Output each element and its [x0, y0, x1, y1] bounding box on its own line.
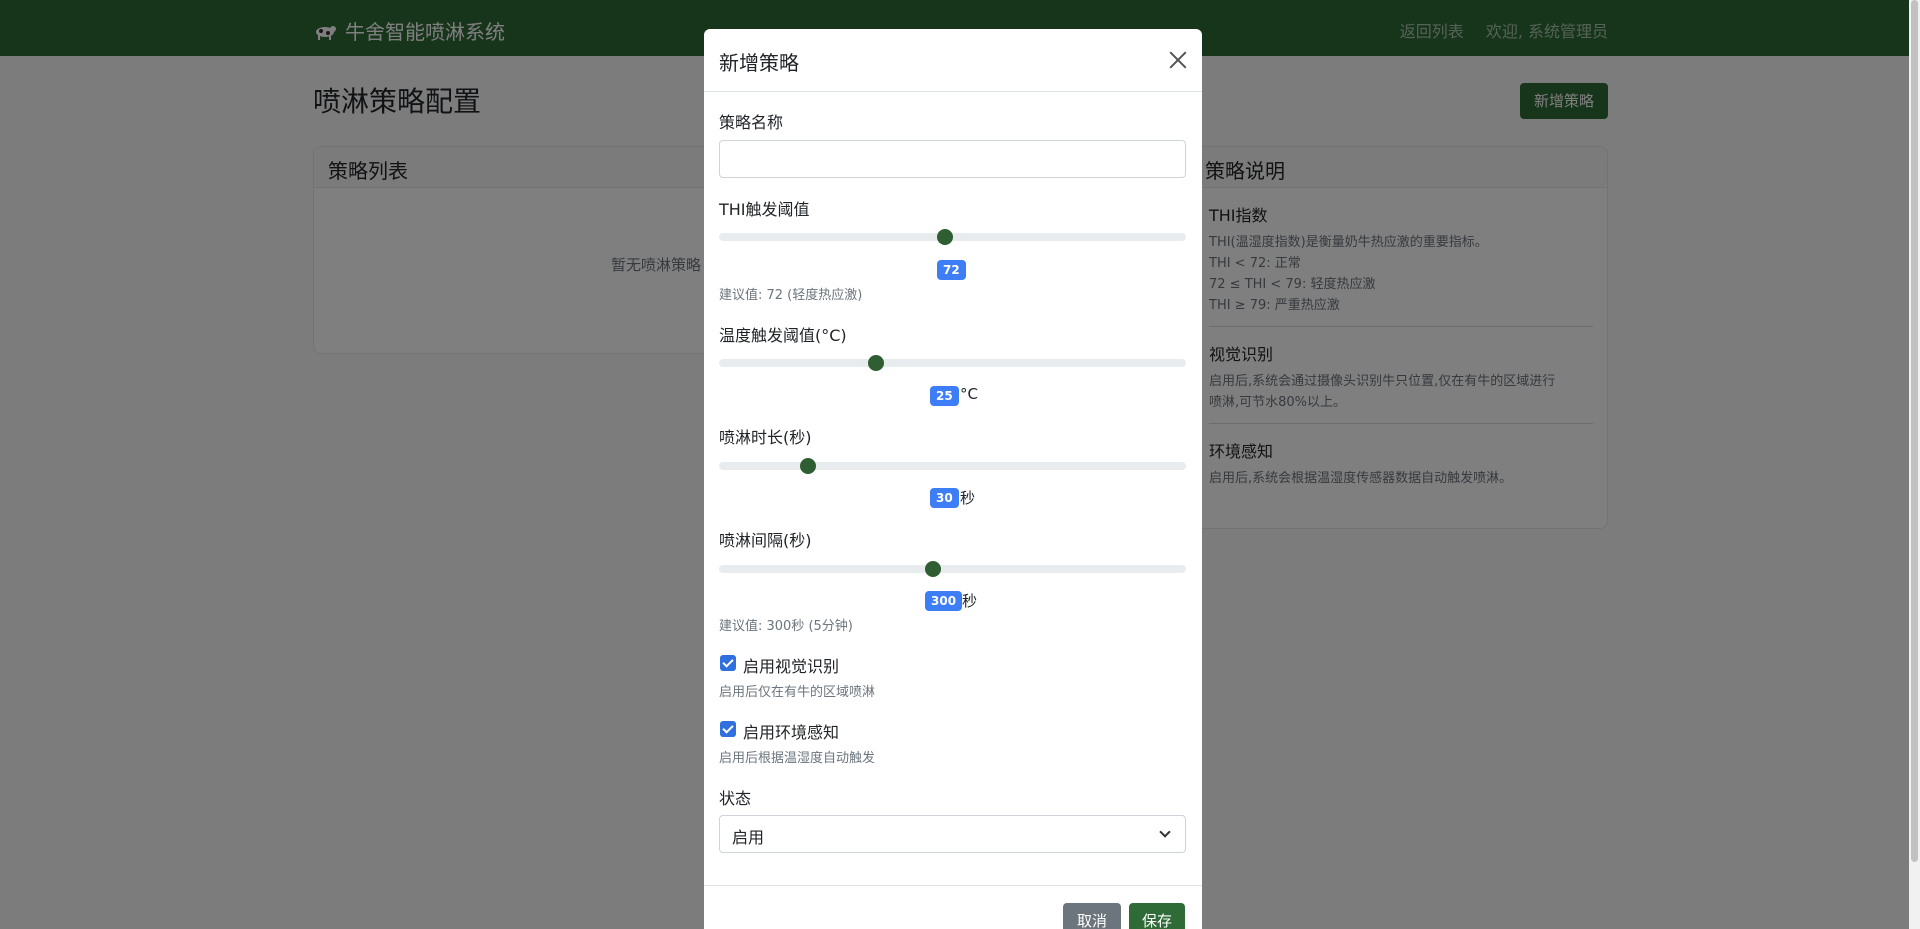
interval-slider-thumb[interactable]	[925, 561, 941, 577]
temp-slider[interactable]	[719, 355, 1186, 371]
strategy-name-label: 策略名称	[719, 113, 784, 132]
cancel-button[interactable]: 取消	[1063, 903, 1121, 929]
modal-footer	[704, 885, 1202, 886]
status-select[interactable]: 启用	[719, 815, 1186, 853]
duration-slider[interactable]	[719, 458, 1186, 474]
scrollbar[interactable]	[1909, 0, 1920, 929]
temp-unit: °C	[960, 385, 978, 403]
duration-slider-thumb[interactable]	[800, 458, 816, 474]
temp-slider-thumb[interactable]	[868, 355, 884, 371]
env-checkbox[interactable]	[720, 721, 736, 737]
interval-hint: 建议值: 300秒 (5分钟)	[719, 619, 853, 634]
vision-checkbox[interactable]	[720, 655, 736, 671]
thi-hint: 建议值: 72 (轻度热应激)	[719, 288, 863, 303]
temp-value-badge: 25	[930, 386, 959, 406]
interval-unit: 秒	[962, 592, 978, 610]
duration-value-badge: 30	[930, 488, 959, 508]
interval-value-badge: 300	[925, 591, 963, 611]
duration-unit: 秒	[960, 489, 976, 507]
thi-slider[interactable]	[719, 229, 1186, 245]
close-icon[interactable]	[1167, 49, 1189, 71]
duration-label: 喷淋时长(秒)	[719, 428, 812, 447]
interval-label: 喷淋间隔(秒)	[719, 531, 812, 550]
modal-title: 新增策略	[719, 51, 799, 75]
scrollbar-thumb[interactable]	[1911, 0, 1918, 862]
vision-hint: 启用后仅在有牛的区域喷淋	[719, 685, 876, 700]
temp-label: 温度触发阈值(°C)	[719, 326, 847, 345]
strategy-name-input[interactable]	[719, 140, 1186, 178]
env-hint: 启用后根据温湿度自动触发	[719, 751, 876, 766]
thi-slider-thumb[interactable]	[937, 229, 953, 245]
modal-header: 新增策略	[704, 29, 1202, 92]
status-label: 状态	[719, 789, 752, 808]
status-select-value: 启用	[732, 828, 765, 847]
add-strategy-modal: 新增策略 策略名称 THI触发阈值 72 建议值: 72 (轻度热应激) 温度触…	[704, 29, 1202, 929]
env-checkbox-label[interactable]: 启用环境感知	[743, 719, 839, 743]
save-button[interactable]: 保存	[1129, 903, 1185, 929]
vision-checkbox-label[interactable]: 启用视觉识别	[743, 653, 839, 677]
chevron-down-icon	[1159, 826, 1171, 838]
thi-label: THI触发阈值	[719, 200, 810, 219]
interval-slider[interactable]	[719, 561, 1186, 577]
thi-value-badge: 72	[937, 260, 966, 280]
